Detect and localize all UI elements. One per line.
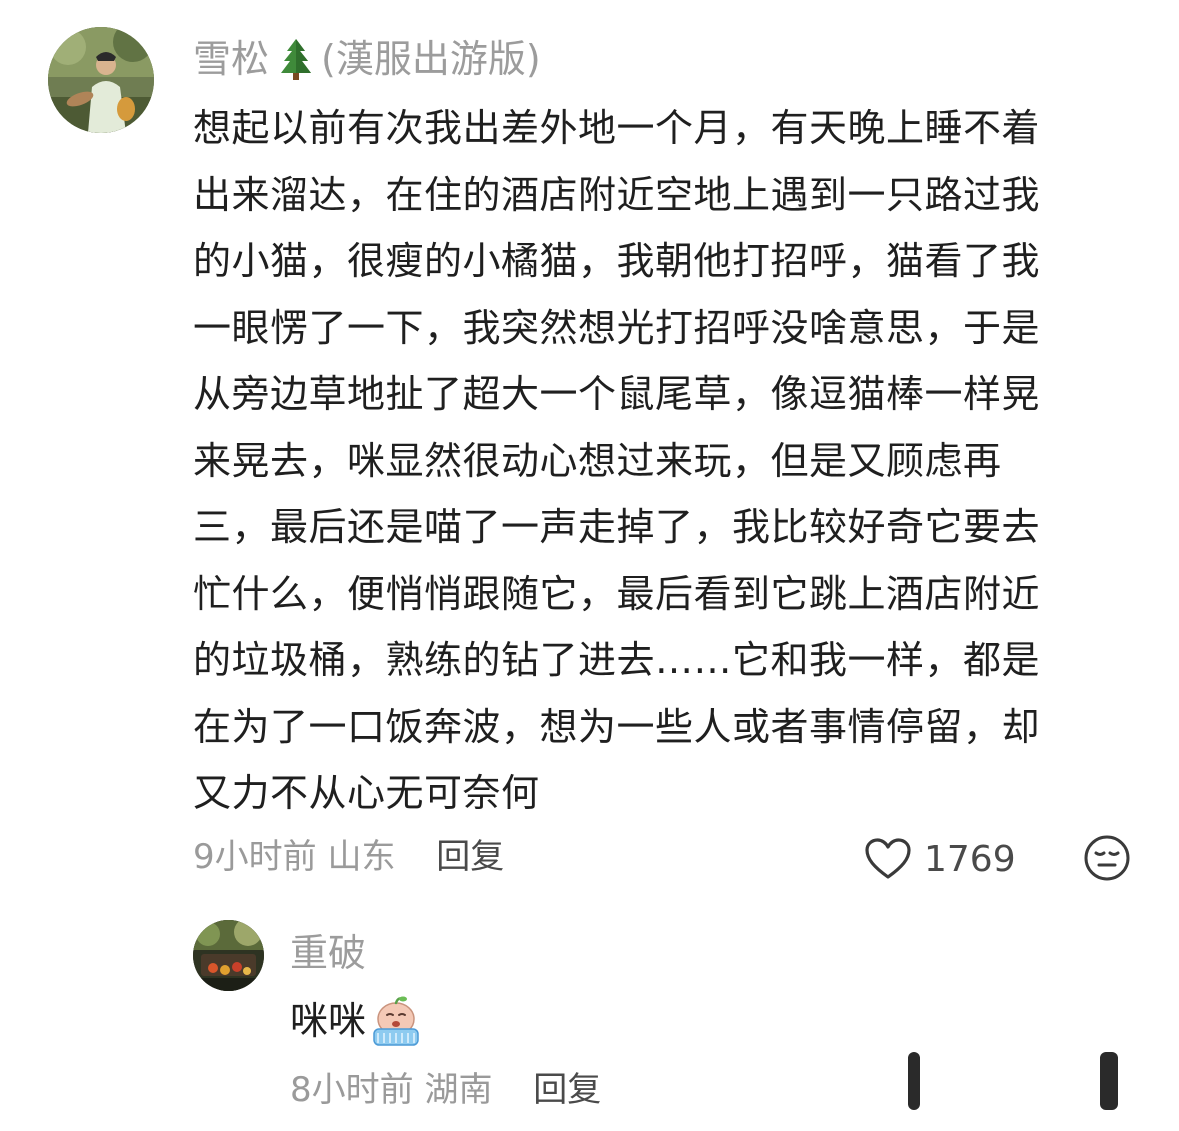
like-button[interactable]: 1769 (864, 832, 1016, 886)
comment-line: 的小猫，很瘦的小橘猫，我朝他打招呼，猫看了我 (193, 239, 1041, 283)
username-suffix: (漢服出游版) (321, 37, 541, 81)
comment-location: 湖南 (424, 1070, 493, 1110)
comment-line: 一眼愣了一下，我突然想光打招呼没啥意思，于是 (193, 305, 1041, 350)
reply-button[interactable]: 回复 (436, 837, 504, 877)
comment-text: 咪咪 (290, 999, 367, 1043)
comment-line: 在为了一口饭奔波，想为一些人或者事情停留，却 (193, 704, 1041, 749)
comment-line: 的垃圾桶，熟练的钻了进去……它和我一样，都是 (193, 638, 1041, 682)
comment-line: 想起以前有次我出差外地一个月，有天晚上睡不着 (193, 106, 1041, 150)
comment-username[interactable]: 雪松 (漢服出游版) (193, 32, 541, 86)
avatar-image (48, 27, 154, 133)
comment-line: 出来溜达，在住的酒店附近空地上遇到一只路过我 (193, 172, 1041, 217)
comment-username[interactable]: 重破 (290, 927, 366, 979)
pine-tree-icon (281, 39, 312, 80)
crying-face-emoji-icon (373, 996, 419, 1046)
comment-location: 山东 (327, 837, 396, 877)
comment-line: 又力不从心无可奈何 (193, 771, 540, 815)
avatar[interactable] (48, 27, 154, 133)
comment-line: 来晃去，咪显然很动心想过来玩，但是又顾虑再 (193, 438, 1002, 483)
avatar-image (193, 920, 264, 991)
comment-time: 9小时前 (193, 837, 317, 877)
scroll-indicator (908, 1052, 920, 1110)
comment-line: 忙什么，便悄悄跟随它，最后看到它跳上酒店附近 (193, 571, 1041, 616)
comment-meta: 8小时前 湖南 回复 (290, 1063, 601, 1117)
scroll-indicator (1100, 1052, 1118, 1110)
username-text: 雪松 (193, 37, 270, 81)
heart-outline-icon (865, 838, 911, 879)
like-count: 1769 (924, 838, 1016, 880)
comment-line: 从旁边草地扯了超大一个鼠尾草，像逗猫棒一样晃 (193, 372, 1041, 416)
reply-button[interactable]: 回复 (533, 1070, 601, 1110)
comment-body: 想起以前有次我出差外地一个月，有天晚上睡不着 出来溜达，在住的酒店附近空地上遇到… (193, 95, 1123, 827)
comment-meta: 9小时前 山东 回复 (193, 830, 504, 884)
comment-time: 8小时前 (290, 1070, 414, 1110)
avatar[interactable] (193, 920, 264, 991)
meh-face-icon[interactable] (1083, 834, 1131, 882)
comment-body: 咪咪 (290, 992, 424, 1050)
comment-line: 三，最后还是喵了一声走掉了，我比较好奇它要去 (193, 505, 1041, 549)
